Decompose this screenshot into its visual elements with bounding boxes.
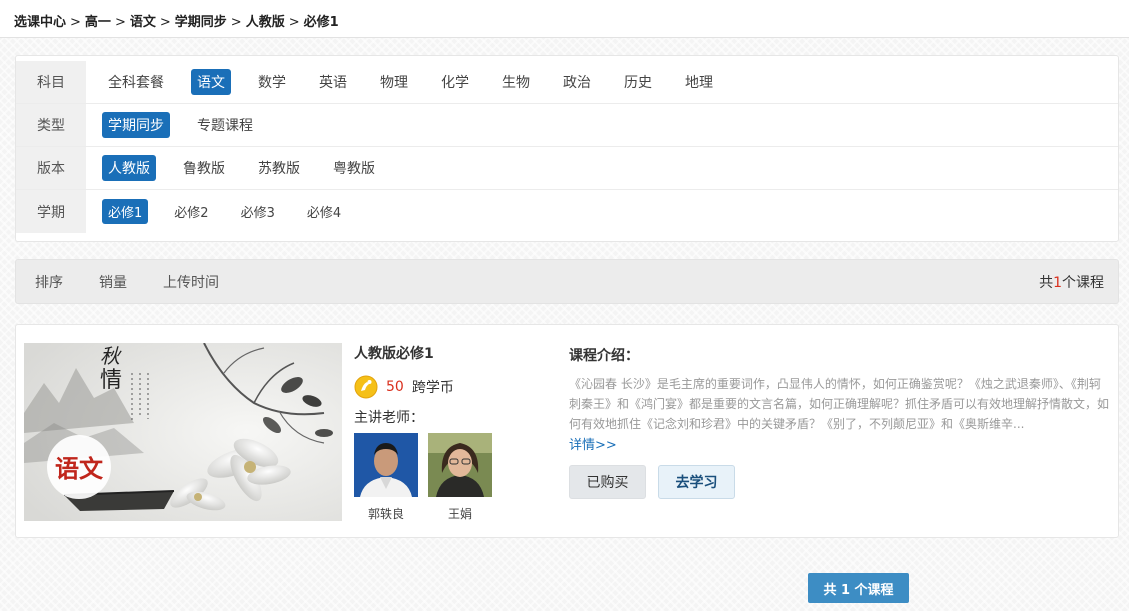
sort-by-upload-time[interactable]: 上传时间 — [163, 272, 219, 292]
subject-option[interactable]: 英语 — [313, 69, 353, 95]
term-option[interactable]: 必修3 — [235, 199, 281, 224]
term-option[interactable]: 必修2 — [168, 199, 214, 224]
total-course-badge: 共 1 个课程 — [808, 573, 909, 603]
breadcrumb-item[interactable]: 高一 — [85, 15, 111, 30]
edition-option-selected[interactable]: 人教版 — [102, 155, 156, 181]
breadcrumb-current: 必修1 — [303, 15, 339, 30]
details-link[interactable]: 详情>> — [569, 434, 617, 453]
edition-option[interactable]: 粤教版 — [327, 155, 381, 181]
price-value: 50 — [386, 379, 404, 395]
subject-option-selected[interactable]: 语文 — [191, 69, 231, 95]
term-option[interactable]: 必修4 — [301, 199, 347, 224]
go-study-button[interactable]: 去学习 — [658, 465, 735, 499]
intro-label: 课程介绍： — [569, 348, 639, 364]
edition-option[interactable]: 鲁教版 — [177, 155, 231, 181]
teacher-label: 主讲老师： — [354, 410, 424, 426]
teacher-avatar — [354, 433, 418, 497]
breadcrumb: 选课中心 > 高一 > 语文 > 学期同步 > 人教版 > 必修1 — [0, 0, 1129, 38]
type-option[interactable]: 专题课程 — [191, 112, 259, 138]
breadcrumb-item[interactable]: 学期同步 — [175, 15, 227, 30]
cover-illustration: 秋 情 语文 — [24, 343, 342, 521]
subject-option[interactable]: 化学 — [435, 69, 475, 95]
breadcrumb-item[interactable]: 选课中心 — [14, 15, 66, 30]
teacher-avatar — [428, 433, 492, 497]
type-option-selected[interactable]: 学期同步 — [102, 112, 170, 138]
filter-row-edition: 版本 人教版 鲁教版 苏教版 粤教版 — [16, 147, 1118, 190]
course-intro: 课程介绍： 《沁园春 长沙》是毛主席的重要词作，凸显伟人的情怀，如何正确鉴赏呢？… — [569, 345, 1109, 499]
course-cover-image[interactable]: 秋 情 语文 — [24, 343, 342, 521]
subject-option[interactable]: 政治 — [557, 69, 597, 95]
term-option-selected[interactable]: 必修1 — [102, 199, 149, 224]
filter-row-type: 类型 学期同步 专题课程 — [16, 104, 1118, 147]
teacher-name: 郭轶良 — [367, 507, 404, 521]
edition-option[interactable]: 苏教版 — [252, 155, 306, 181]
price-unit: 跨学币 — [411, 380, 454, 396]
subject-option[interactable]: 生物 — [496, 69, 536, 95]
sort-label: 排序 — [35, 274, 63, 291]
course-card: 秋 情 语文 人教版必修1 50 跨学币 主讲老师： 郭轶良 王娟 课程介绍： … — [15, 324, 1119, 538]
course-count: 共1个课程 — [1039, 274, 1104, 291]
subject-option[interactable]: 物理 — [374, 69, 414, 95]
sort-bar: 排序 销量 上传时间 共1个课程 — [15, 259, 1119, 304]
filter-label-term: 学期 — [16, 190, 86, 233]
filter-row-subject: 科目 全科套餐 语文 数学 英语 物理 化学 生物 政治 历史 地理 — [16, 61, 1118, 104]
filter-label-type: 类型 — [16, 104, 86, 146]
course-title[interactable]: 人教版必修1 — [354, 343, 554, 363]
coin-icon — [354, 375, 378, 399]
breadcrumb-item[interactable]: 语文 — [130, 15, 156, 30]
course-info: 人教版必修1 50 跨学币 主讲老师： 郭轶良 王娟 — [354, 343, 554, 522]
filter-row-term: 学期 必修1 必修2 必修3 必修4 — [16, 190, 1118, 233]
filter-label-subject: 科目 — [16, 61, 86, 103]
svg-text:情: 情 — [100, 368, 122, 393]
course-actions: 已购买 去学习 — [569, 465, 1109, 499]
subject-option[interactable]: 数学 — [252, 69, 292, 95]
intro-text: 《沁园春 长沙》是毛主席的重要词作，凸显伟人的情怀，如何正确鉴赏呢？《烛之武退秦… — [569, 377, 1110, 431]
subject-option[interactable]: 历史 — [618, 69, 658, 95]
subject-option[interactable]: 全科套餐 — [102, 69, 170, 95]
purchased-button[interactable]: 已购买 — [569, 465, 646, 499]
filter-label-edition: 版本 — [16, 147, 86, 189]
filter-panel: 科目 全科套餐 语文 数学 英语 物理 化学 生物 政治 历史 地理 类型 学期… — [15, 55, 1119, 242]
price-row: 50 跨学币 — [354, 375, 554, 399]
teacher-name: 王娟 — [447, 507, 472, 521]
subject-option[interactable]: 地理 — [679, 69, 719, 95]
teacher-card[interactable]: 王娟 — [428, 433, 492, 522]
sort-by-sales[interactable]: 销量 — [99, 272, 127, 292]
breadcrumb-item[interactable]: 人教版 — [246, 15, 285, 30]
teacher-card[interactable]: 郭轶良 — [354, 433, 418, 522]
cover-subject-text: 语文 — [55, 455, 104, 483]
svg-text:秋: 秋 — [100, 344, 122, 368]
teacher-list: 郭轶良 王娟 — [354, 433, 554, 522]
